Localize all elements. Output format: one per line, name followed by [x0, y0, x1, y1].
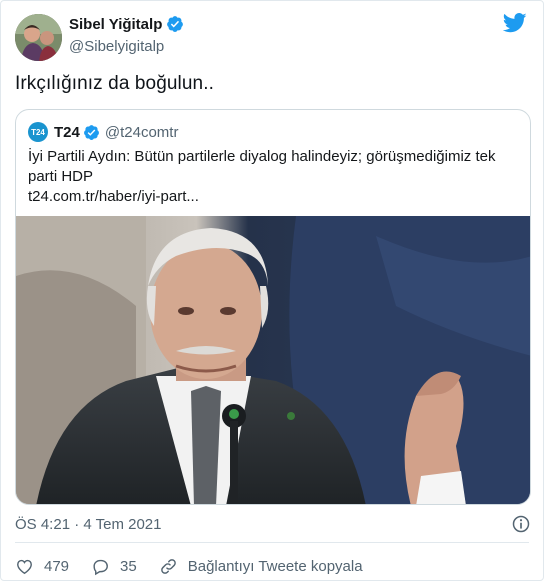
reply-count: 35	[120, 558, 137, 575]
quoted-tweet-card[interactable]: T24 T24 @t24comtr İyi Partili Aydın: Büt…	[15, 109, 531, 505]
twitter-bird-icon[interactable]	[503, 13, 527, 33]
tweet-text: Irkçılığınız da boğulun..	[15, 73, 214, 94]
reply-button[interactable]: 35	[91, 557, 137, 576]
author-name[interactable]: Sibel Yiğitalp	[69, 16, 162, 33]
t24-logo: T24	[28, 122, 48, 142]
quoted-photo[interactable]	[16, 216, 531, 505]
timestamp[interactable]: ÖS 4:21 · 4 Tem 2021	[15, 516, 161, 533]
action-bar: 479 35 Bağlantıyı Tweete kopyala	[15, 557, 385, 576]
quoted-author-handle: @t24comtr	[104, 123, 179, 141]
heart-icon	[17, 559, 32, 575]
author-name-row[interactable]: Sibel Yiğitalp	[69, 15, 184, 33]
verified-badge-icon	[83, 124, 99, 140]
divider	[15, 542, 529, 543]
link-icon	[160, 559, 176, 574]
info-icon[interactable]	[511, 514, 531, 534]
copy-link-label: Bağlantıyı Tweete kopyala	[187, 558, 363, 575]
reply-icon	[93, 559, 108, 576]
like-count: 479	[44, 558, 70, 575]
author-handle[interactable]: @Sibelyigitalp	[69, 38, 164, 55]
tweet-card: Sibel Yiğitalp @Sibelyigitalp Irkçılığın…	[0, 0, 544, 581]
avatar[interactable]	[15, 14, 62, 61]
verified-badge-icon	[167, 16, 184, 32]
like-button[interactable]: 479	[15, 557, 69, 576]
quoted-link[interactable]: t24.com.tr/haber/iyi-part...	[28, 188, 199, 205]
quoted-text: İyi Partili Aydın: Bütün partilerle diya…	[28, 148, 496, 185]
quoted-header: T24 T24 @t24comtr	[28, 122, 178, 142]
copy-link-button[interactable]: Bağlantıyı Tweete kopyala	[159, 557, 363, 576]
quoted-author-name: T24	[54, 123, 80, 141]
